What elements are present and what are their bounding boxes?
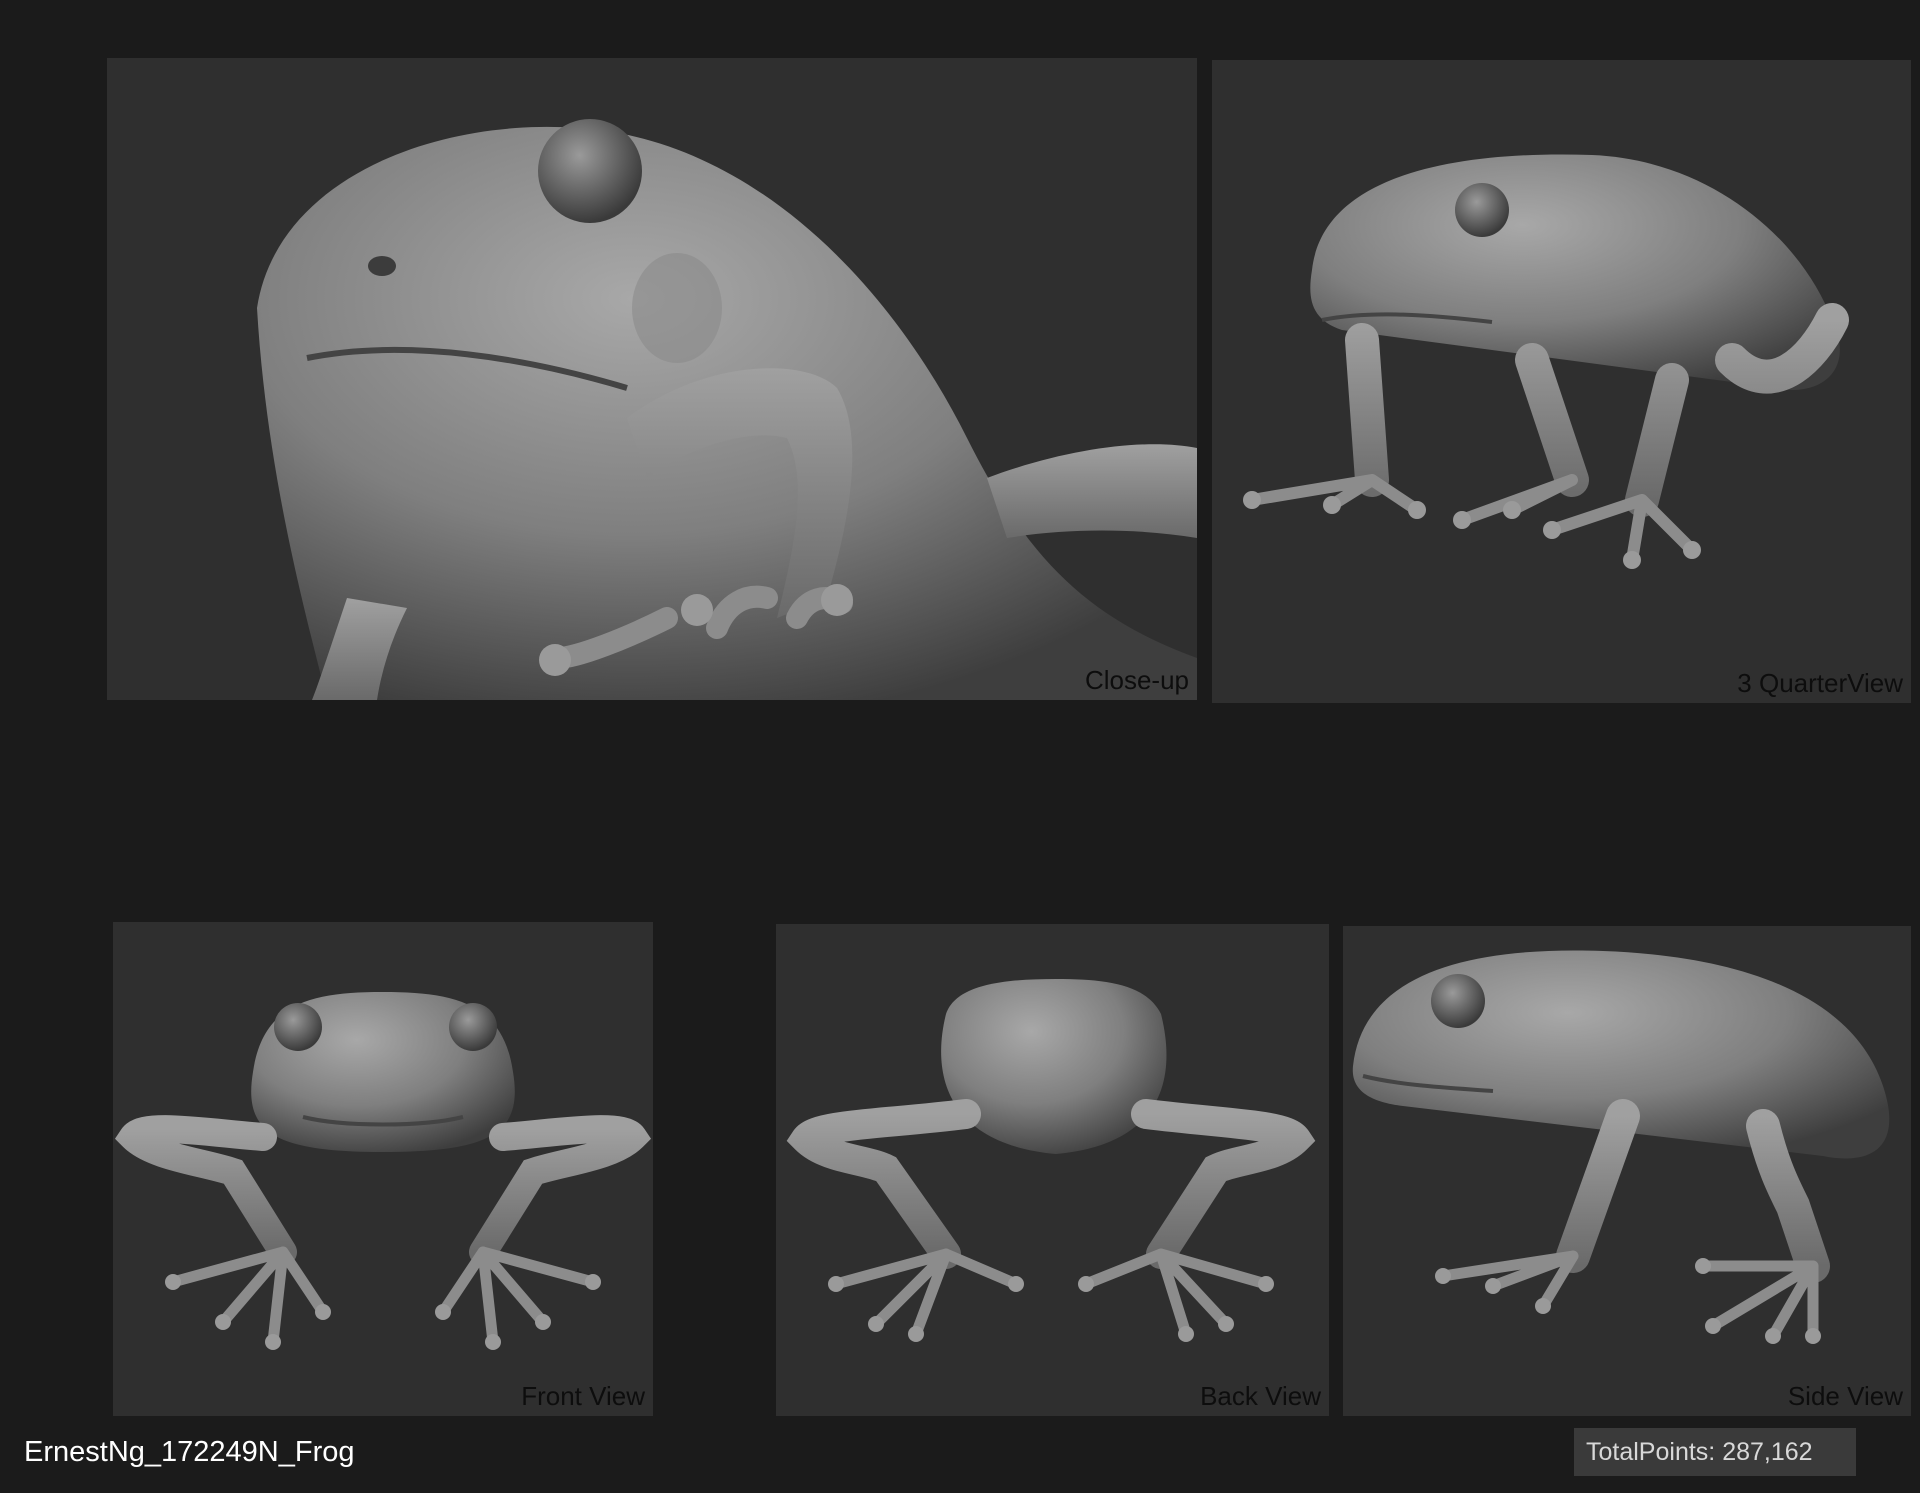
artist-caption: ErnestNg_172249N_Frog: [24, 1436, 355, 1468]
total-points-readout: TotalPoints: 287,162: [1574, 1428, 1856, 1476]
closeup-view-panel: Close-up: [107, 58, 1197, 700]
frog-front-render: [114, 992, 652, 1350]
side-label: Side View: [1787, 1381, 1903, 1411]
frog-back-render: [786, 979, 1316, 1342]
quarter-label: 3 QuarterView: [1737, 668, 1903, 698]
total-points-value: 287,162: [1722, 1438, 1813, 1466]
front-view-panel: Front View: [113, 922, 653, 1416]
closeup-label: Close-up: [1084, 665, 1189, 695]
back-label: Back View: [1200, 1381, 1321, 1411]
frog-closeup-render: [257, 119, 1197, 700]
frog-quarter-render: [1243, 154, 1849, 569]
side-view-panel: Side View: [1343, 926, 1911, 1416]
front-label: Front View: [521, 1381, 645, 1411]
back-view-panel: Back View: [776, 924, 1329, 1416]
frog-side-render: [1352, 950, 1890, 1344]
total-points-label: TotalPoints:: [1586, 1438, 1716, 1466]
quarter-view-panel: 3 QuarterView: [1212, 60, 1911, 703]
